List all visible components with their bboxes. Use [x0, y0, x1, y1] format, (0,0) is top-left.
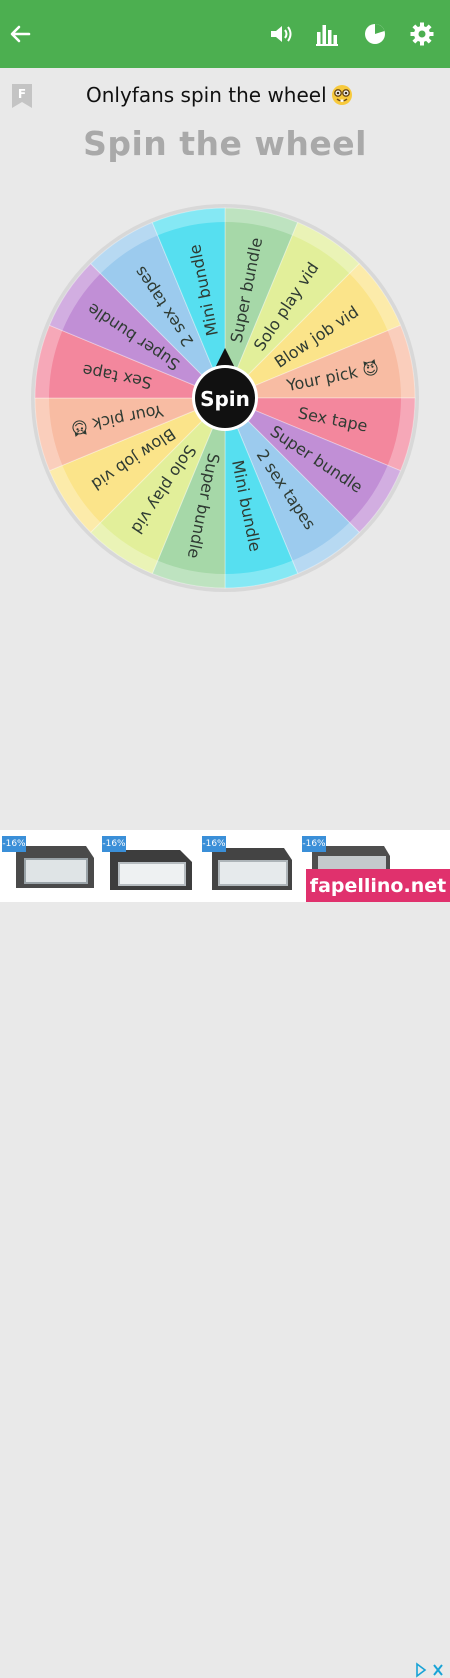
discount-badge: -16% — [2, 836, 26, 852]
wheel-title: Onlyfans spin the wheel — [86, 83, 353, 107]
bookmark-icon[interactable]: F — [12, 84, 32, 108]
pie-chart-button[interactable] — [357, 16, 393, 52]
title-bar: F Onlyfans spin the wheel — [0, 68, 450, 124]
gear-icon — [410, 22, 434, 46]
adchoices-icon[interactable] — [414, 1662, 446, 1678]
spin-button-label: Spin — [200, 387, 250, 411]
volume-icon — [271, 26, 292, 42]
back-arrow-icon — [10, 25, 31, 43]
spin-wheel[interactable]: Super bundleSolo play vidBlow job vidYou… — [25, 198, 425, 598]
volume-button[interactable] — [264, 16, 300, 52]
bookmark-letter: F — [18, 87, 26, 101]
wheel-title-text: Onlyfans spin the wheel — [86, 83, 327, 107]
ad-product-tile[interactable]: -16% — [102, 836, 194, 894]
settings-button[interactable] — [404, 16, 440, 52]
bar-chart-icon — [316, 25, 338, 46]
discount-badge: -16% — [202, 836, 226, 852]
page-title: Spin the wheel — [83, 124, 367, 163]
ad-product-tile[interactable]: -16% — [2, 836, 94, 894]
discount-badge: -16% — [302, 836, 326, 852]
back-button[interactable] — [2, 16, 38, 52]
app-bar — [0, 0, 450, 68]
watermark-label: fapellino.net — [306, 869, 450, 902]
nerd-face-icon — [331, 85, 352, 105]
pie-chart-icon — [365, 24, 385, 44]
stats-button[interactable] — [309, 16, 345, 52]
discount-badge: -16% — [102, 836, 126, 852]
ad-product-tile[interactable]: -16% — [202, 836, 294, 894]
